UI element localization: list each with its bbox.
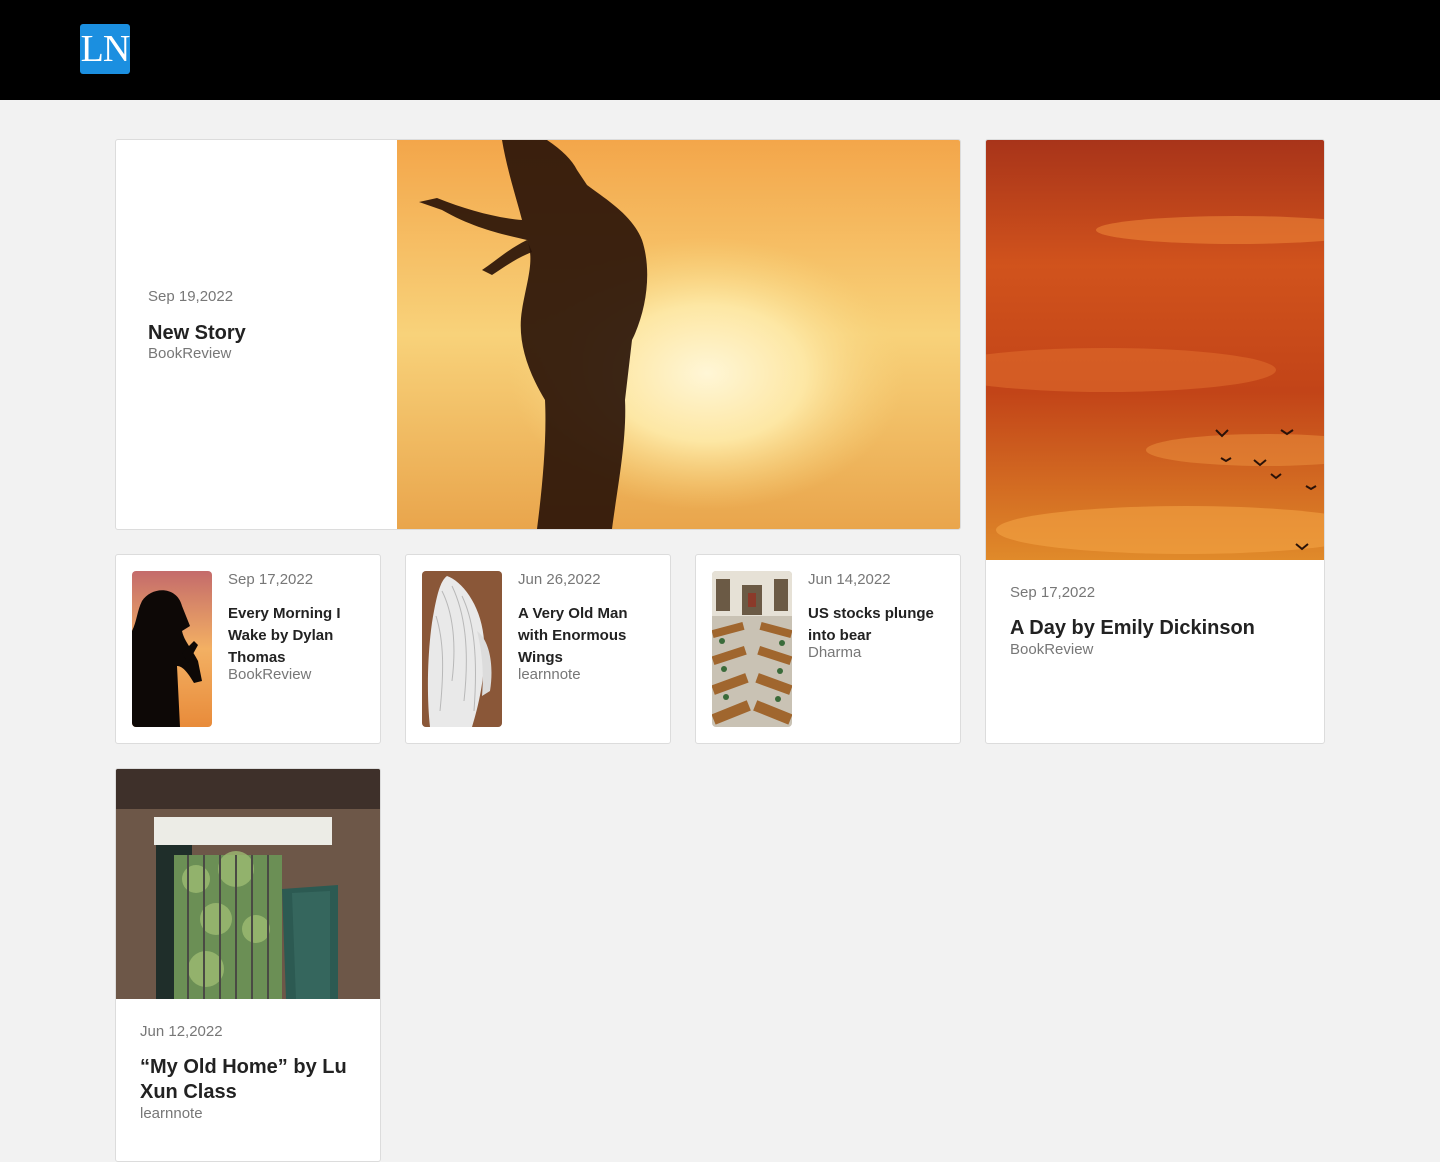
library-hall-image[interactable] (712, 571, 792, 727)
post-date: Jun 12,2022 (140, 1023, 223, 1040)
featured-post-card[interactable]: Sep 19,2022 New Story BookReview (115, 139, 961, 530)
old-window-image[interactable] (116, 769, 380, 999)
post-category[interactable]: Dharma (808, 644, 948, 661)
post-category[interactable]: learnnote (518, 666, 658, 683)
post-title[interactable]: A Very Old Man with Enormous Wings (518, 603, 658, 669)
small-post-card[interactable]: Jun 26,2022 A Very Old Man with Enormous… (405, 554, 671, 744)
small-post-card[interactable]: Jun 14,2022 US stocks plunge into bear D… (695, 554, 961, 744)
site-logo[interactable]: LN (80, 24, 130, 74)
praying-silhouette-image[interactable] (132, 571, 212, 727)
post-title[interactable]: “My Old Home” by Lu Xun Class (140, 1055, 360, 1105)
post-title[interactable]: US stocks plunge into bear (808, 603, 948, 647)
post-date: Jun 14,2022 (808, 571, 891, 588)
orange-sky-birds-image[interactable] (986, 140, 1324, 560)
post-text: Every Morning I Wake by Dylan Thomas Boo… (228, 603, 368, 683)
post-category[interactable]: BookReview (228, 666, 368, 683)
side-post-card[interactable]: Sep 17,2022 A Day by Emily Dickinson Boo… (985, 139, 1325, 744)
post-category[interactable]: learnnote (140, 1105, 203, 1122)
silhouette-dancer-sunset-image[interactable] (397, 140, 960, 529)
post-category[interactable]: BookReview (1010, 641, 1093, 658)
post-date: Sep 17,2022 (1010, 584, 1096, 601)
post-date: Sep 19,2022 (148, 288, 234, 305)
post-title[interactable]: Every Morning I Wake by Dylan Thomas (228, 603, 368, 669)
post-text: US stocks plunge into bear Dharma (808, 603, 948, 661)
angel-wings-image[interactable] (422, 571, 502, 727)
bottom-post-card[interactable]: Jun 12,2022 “My Old Home” by Lu Xun Clas… (115, 768, 381, 1162)
post-text: A Very Old Man with Enormous Wings learn… (518, 603, 658, 683)
top-navbar: LN (0, 0, 1440, 100)
post-title[interactable]: New Story (148, 321, 246, 346)
post-title[interactable]: A Day by Emily Dickinson (1010, 616, 1255, 641)
post-category[interactable]: BookReview (148, 345, 231, 362)
post-date: Sep 17,2022 (228, 571, 314, 588)
post-date: Jun 26,2022 (518, 571, 601, 588)
small-post-card[interactable]: Sep 17,2022 Every Morning I Wake by Dyla… (115, 554, 381, 744)
